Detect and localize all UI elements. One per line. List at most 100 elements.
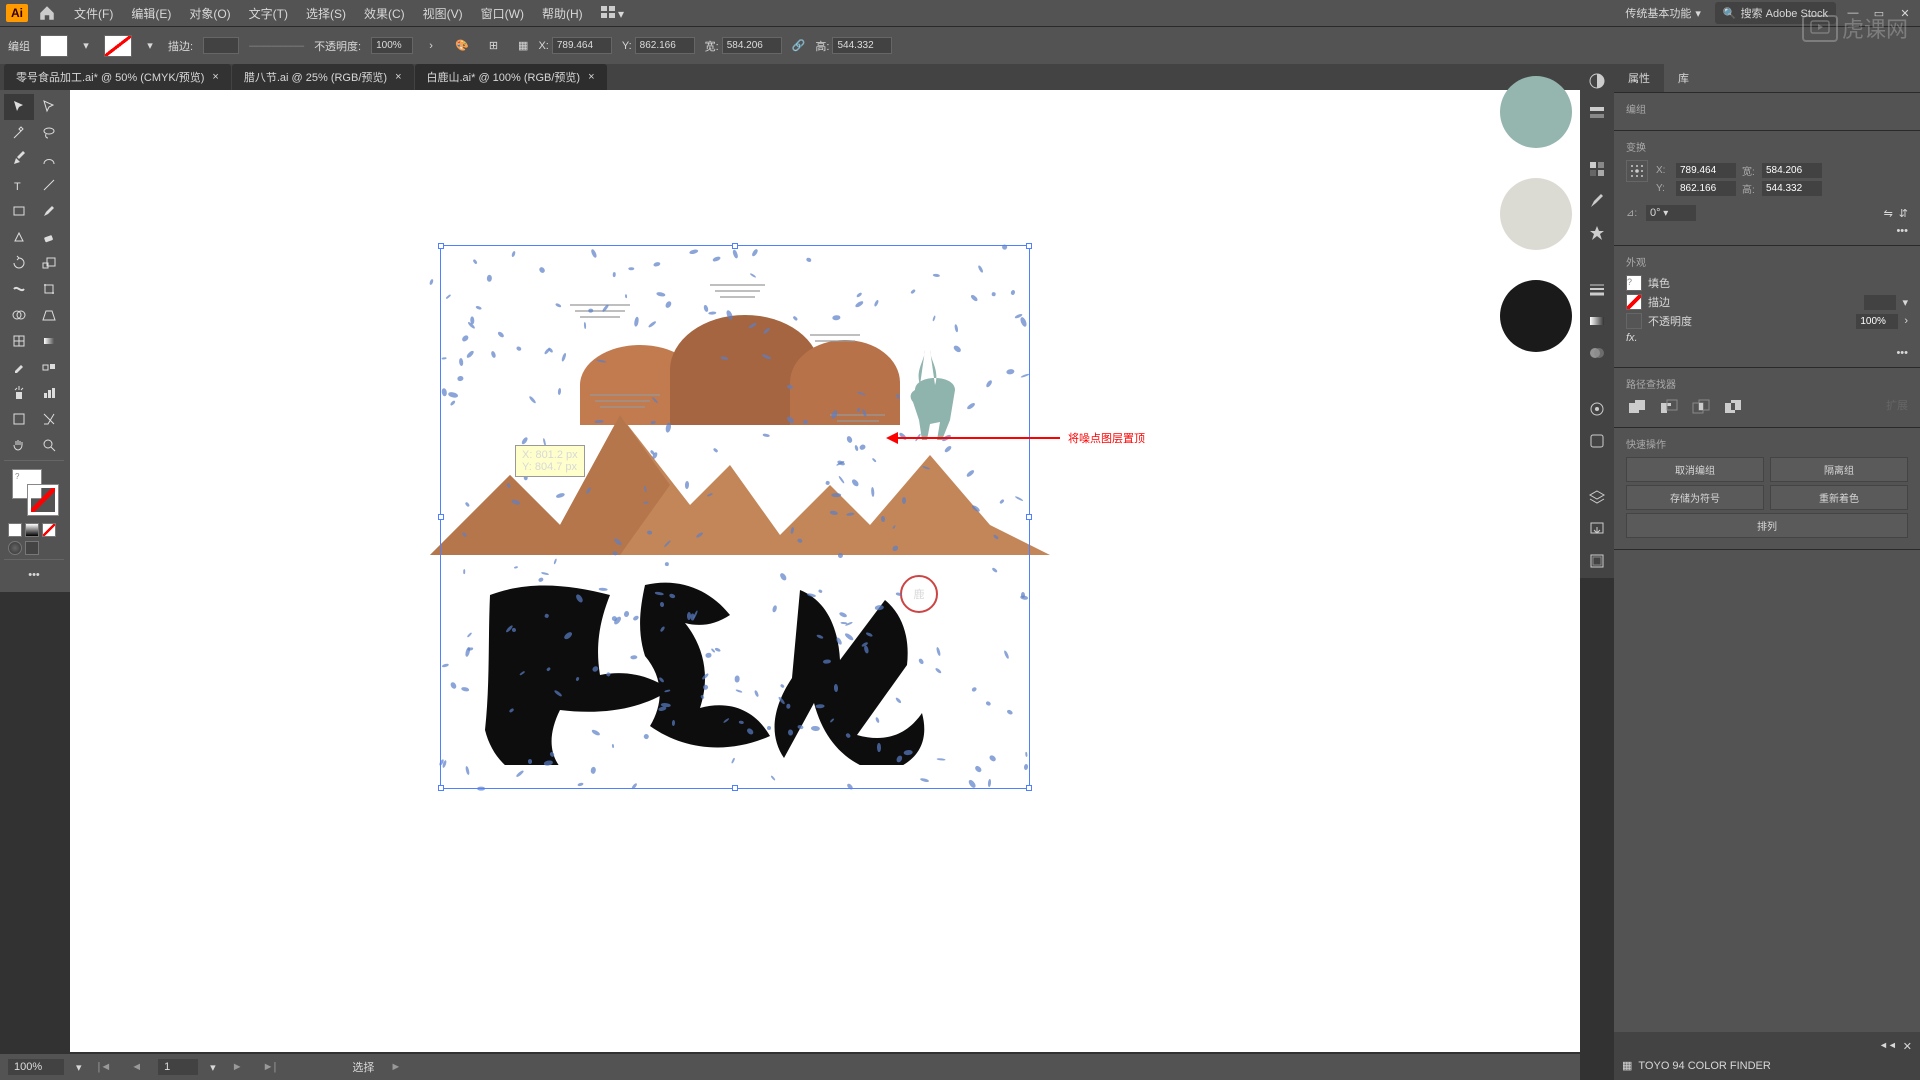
w-input[interactable] <box>722 37 782 54</box>
rotate-input[interactable]: 0° ▾ <box>1646 205 1696 221</box>
menu-type[interactable]: 文字(T) <box>241 1 296 26</box>
home-icon[interactable] <box>38 4 56 22</box>
rectangle-tool[interactable] <box>4 198 34 224</box>
lasso-tool[interactable] <box>34 120 64 146</box>
artboard-tool[interactable] <box>4 406 34 432</box>
tab-doc-3[interactable]: 白鹿山.ai* @ 100% (RGB/预览)× <box>415 64 607 90</box>
reference-point-icon[interactable] <box>1626 160 1648 182</box>
prop-x-input[interactable] <box>1676 163 1736 178</box>
stroke-color-swatch[interactable] <box>1626 294 1642 310</box>
layers-panel-icon[interactable] <box>1586 486 1608 508</box>
artboard-input[interactable] <box>158 1059 198 1075</box>
mesh-tool[interactable] <box>4 328 34 354</box>
panel-collapse-icon[interactable]: ◄◄ <box>1879 1040 1897 1053</box>
menu-arrange-docs[interactable]: ▾ <box>593 2 632 25</box>
menu-window[interactable]: 窗口(W) <box>473 1 532 26</box>
shaper-tool[interactable] <box>4 224 34 250</box>
menu-effect[interactable]: 效果(C) <box>356 1 413 26</box>
close-tab-icon[interactable]: × <box>212 71 218 83</box>
stroke-panel-icon[interactable] <box>1586 278 1608 300</box>
gradient-panel-icon[interactable] <box>1586 310 1608 332</box>
graphic-styles-icon[interactable] <box>1586 430 1608 452</box>
brushes-panel-icon[interactable] <box>1586 190 1608 212</box>
color-mode-none[interactable] <box>42 523 56 537</box>
menu-help[interactable]: 帮助(H) <box>534 1 591 26</box>
prop-y-input[interactable] <box>1676 181 1736 196</box>
scale-tool[interactable] <box>34 250 64 276</box>
edit-toolbar-icon[interactable]: ••• <box>4 562 64 588</box>
flip-v-icon[interactable]: ⇵ <box>1899 207 1908 220</box>
first-artboard-icon[interactable]: |◄ <box>94 1061 116 1073</box>
link-wh-icon[interactable]: 🔗 <box>792 39 806 52</box>
workspace-selector[interactable]: 传统基本功能 ▾ <box>1619 3 1707 23</box>
recolor-icon[interactable]: 🎨 <box>455 39 469 52</box>
selection-tool[interactable] <box>4 94 34 120</box>
paintbrush-tool[interactable] <box>34 198 64 224</box>
menu-edit[interactable]: 编辑(E) <box>123 1 179 26</box>
isolate-button[interactable]: 隔离组 <box>1770 457 1908 482</box>
curvature-tool[interactable] <box>34 146 64 172</box>
menu-file[interactable]: 文件(F) <box>66 1 121 26</box>
h-input[interactable] <box>832 37 892 54</box>
tab-doc-2[interactable]: 腊八节.ai @ 25% (RGB/预览)× <box>232 64 414 90</box>
pathfinder-intersect-icon[interactable] <box>1690 397 1712 419</box>
close-tab-icon[interactable]: × <box>395 71 401 83</box>
artboards-panel-icon[interactable] <box>1586 550 1608 572</box>
zoom-tool[interactable] <box>34 432 64 458</box>
expand-button[interactable]: 扩展 <box>1886 397 1908 419</box>
tab-properties[interactable]: 属性 <box>1614 64 1664 92</box>
magic-wand-tool[interactable] <box>4 120 34 146</box>
prev-artboard-icon[interactable]: ◄ <box>127 1061 146 1073</box>
swatch-teal[interactable] <box>1500 76 1572 148</box>
fill-swatch[interactable] <box>40 35 68 57</box>
menu-select[interactable]: 选择(S) <box>298 1 354 26</box>
pathfinder-exclude-icon[interactable] <box>1722 397 1744 419</box>
close-tab-icon[interactable]: × <box>588 71 594 83</box>
fill-color-swatch[interactable]: ? <box>1626 275 1642 291</box>
shape-builder-tool[interactable] <box>4 302 34 328</box>
swatch-beige[interactable] <box>1500 178 1572 250</box>
opacity-input[interactable] <box>1856 314 1898 329</box>
pathfinder-unite-icon[interactable] <box>1626 397 1648 419</box>
eyedropper-tool[interactable] <box>4 354 34 380</box>
y-input[interactable] <box>635 37 695 54</box>
fill-stroke-control[interactable]: ? <box>8 467 62 517</box>
rotate-tool[interactable] <box>4 250 34 276</box>
pen-tool[interactable] <box>4 146 34 172</box>
appearance-panel-icon[interactable] <box>1586 398 1608 420</box>
ungroup-button[interactable]: 取消编组 <box>1626 457 1764 482</box>
swatch-black[interactable] <box>1500 280 1572 352</box>
hand-tool[interactable] <box>4 432 34 458</box>
flip-h-icon[interactable]: ⇋ <box>1884 207 1893 220</box>
next-artboard-icon[interactable]: ► <box>228 1061 247 1073</box>
asset-export-icon[interactable] <box>1586 518 1608 540</box>
opacity-input[interactable] <box>371 37 413 54</box>
eraser-tool[interactable] <box>34 224 64 250</box>
more-options-icon[interactable]: ••• <box>1896 347 1908 359</box>
gradient-tool[interactable] <box>34 328 64 354</box>
menu-view[interactable]: 视图(V) <box>415 1 471 26</box>
align-icon[interactable]: ⊞ <box>489 39 498 52</box>
swatches-panel-icon[interactable] <box>1586 158 1608 180</box>
symbol-sprayer-tool[interactable] <box>4 380 34 406</box>
type-tool[interactable]: T <box>4 172 34 198</box>
save-symbol-button[interactable]: 存储为符号 <box>1626 485 1764 510</box>
prop-w-input[interactable] <box>1762 163 1822 178</box>
line-tool[interactable] <box>34 172 64 198</box>
more-options-icon[interactable]: ••• <box>1896 225 1908 237</box>
color-mode-gradient[interactable] <box>25 523 39 537</box>
zoom-input[interactable] <box>8 1059 64 1075</box>
blend-tool[interactable] <box>34 354 64 380</box>
color-mode-solid[interactable] <box>8 523 22 537</box>
slice-tool[interactable] <box>34 406 64 432</box>
transform-icon[interactable]: ▦ <box>518 39 528 52</box>
color-guide-icon[interactable] <box>1586 102 1608 124</box>
column-graph-tool[interactable] <box>34 380 64 406</box>
stroke-swatch[interactable] <box>104 35 132 57</box>
screen-mode-icon[interactable] <box>25 541 39 555</box>
width-tool[interactable] <box>4 276 34 302</box>
symbols-panel-icon[interactable] <box>1586 222 1608 244</box>
recolor-button[interactable]: 重新着色 <box>1770 485 1908 510</box>
color-panel-icon[interactable] <box>1586 70 1608 92</box>
pathfinder-minus-icon[interactable] <box>1658 397 1680 419</box>
